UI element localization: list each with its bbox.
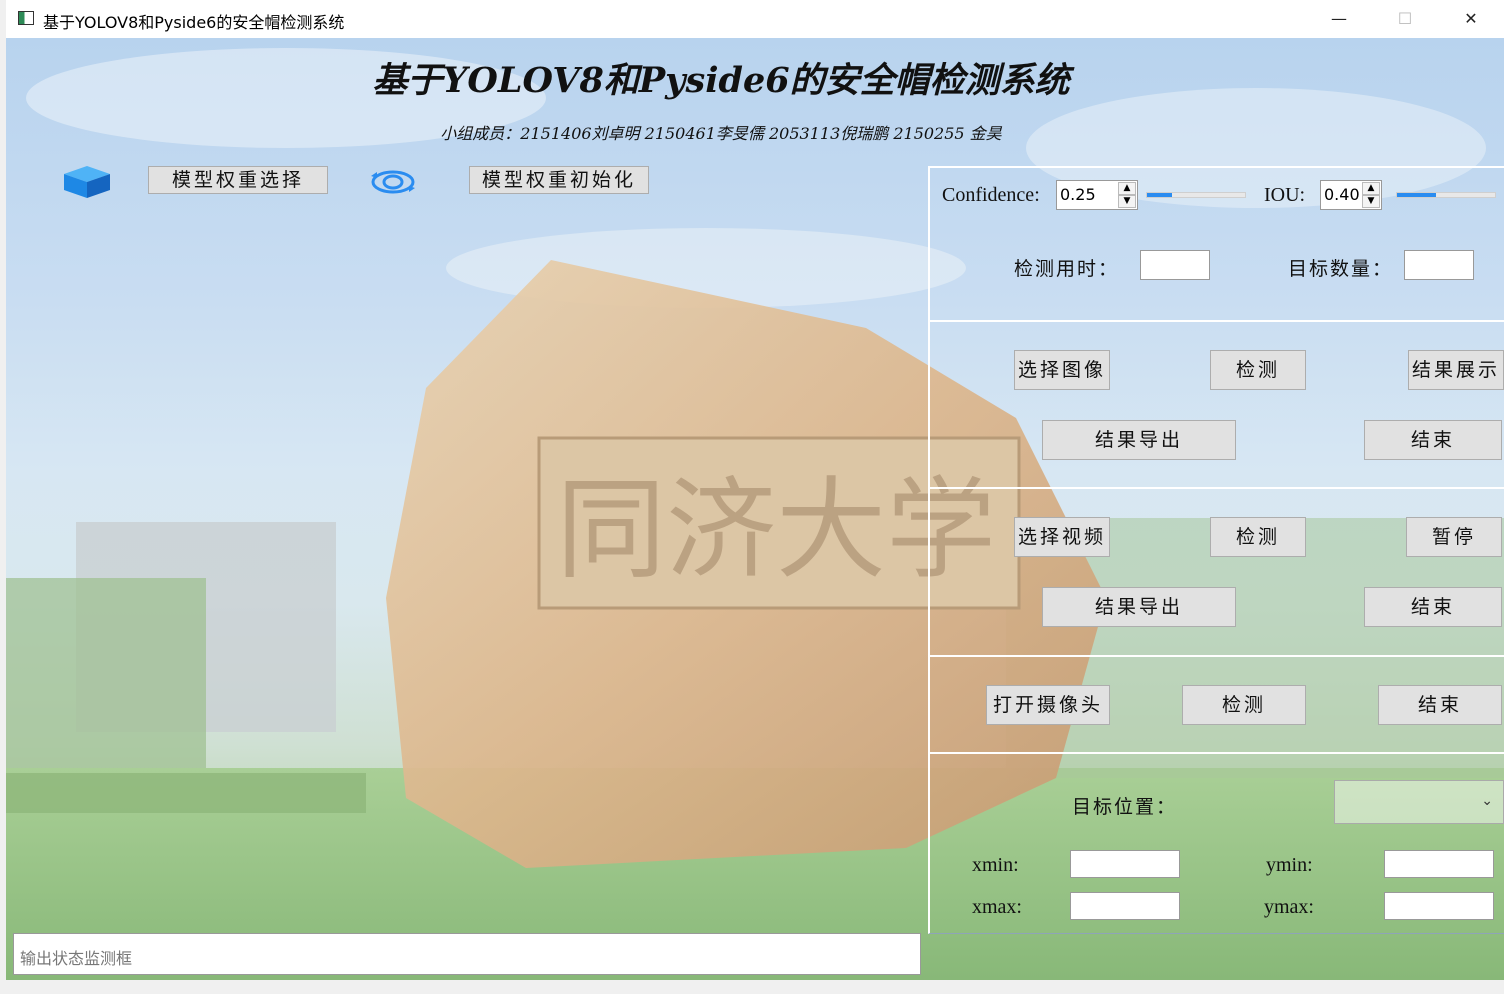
confidence-up-icon[interactable]: ▲ xyxy=(1118,182,1136,195)
time-field[interactable] xyxy=(1140,250,1210,280)
iou-value: 0.40 xyxy=(1324,185,1360,204)
minimize-button[interactable]: — xyxy=(1316,4,1362,34)
image-show-result-button[interactable]: 结果展示 xyxy=(1408,350,1504,390)
maximize-button[interactable]: ☐ xyxy=(1382,4,1428,34)
position-panel: 目标位置： ⌄ xmin: ymin: xmax: ymax: xyxy=(928,752,1504,934)
select-video-button[interactable]: 选择视频 xyxy=(1014,517,1110,557)
confidence-slider[interactable] xyxy=(1146,192,1246,198)
xmax-field[interactable] xyxy=(1070,892,1180,920)
video-pause-button[interactable]: 暂停 xyxy=(1406,517,1502,557)
ymax-field[interactable] xyxy=(1384,892,1494,920)
status-placeholder: 输出状态监测框 xyxy=(20,949,133,968)
image-end-button[interactable]: 结束 xyxy=(1364,420,1502,460)
refresh-eye-icon[interactable] xyxy=(368,166,418,198)
count-field[interactable] xyxy=(1404,250,1474,280)
page-title: 基于YOLOV8和Pyside6的安全帽检测系统 xyxy=(372,60,1070,101)
confidence-spinbox[interactable]: 0.25 ▲ ▼ xyxy=(1056,180,1138,210)
model-select-button[interactable]: 模型权重选择 xyxy=(148,166,328,194)
params-panel: Confidence: 0.25 ▲ ▼ IOU: 0.40 ▲ ▼ 检测用时：… xyxy=(928,166,1504,322)
xmax-label: xmax: xyxy=(972,896,1022,918)
confidence-value: 0.25 xyxy=(1060,185,1096,204)
window-title: 基于YOLOV8和Pyside6的安全帽检测系统 xyxy=(43,13,345,32)
image-panel: 选择图像 检测 结果展示 结果导出 结束 xyxy=(928,320,1504,488)
ymax-label: ymax: xyxy=(1264,896,1314,918)
open-camera-button[interactable]: 打开摄像头 xyxy=(986,685,1110,725)
cube-icon[interactable] xyxy=(62,164,112,200)
iou-slider[interactable] xyxy=(1396,192,1496,198)
video-detect-button[interactable]: 检测 xyxy=(1210,517,1306,557)
camera-end-button[interactable]: 结束 xyxy=(1378,685,1502,725)
select-image-button[interactable]: 选择图像 xyxy=(1014,350,1110,390)
xmin-label: xmin: xyxy=(972,854,1019,876)
app-window: 基于YOLOV8和Pyside6的安全帽检测系统 — ☐ ✕ 同济大学 基于YO… xyxy=(6,0,1504,994)
iou-label: IOU: xyxy=(1264,184,1306,206)
ymin-label: ymin: xyxy=(1266,854,1313,876)
chevron-down-icon: ⌄ xyxy=(1481,793,1493,809)
confidence-slider-fill xyxy=(1147,193,1172,197)
target-position-label: 目标位置： xyxy=(1072,796,1178,818)
team-members: 小组成员：2151406刘卓明 2150461李旻儒 2053113倪瑞鹏 21… xyxy=(440,124,1002,143)
camera-detect-button[interactable]: 检测 xyxy=(1182,685,1306,725)
target-position-select[interactable]: ⌄ xyxy=(1334,780,1504,824)
video-export-button[interactable]: 结果导出 xyxy=(1042,587,1236,627)
close-button[interactable]: ✕ xyxy=(1448,4,1494,34)
app-icon xyxy=(18,11,34,25)
time-label: 检测用时： xyxy=(1014,258,1120,280)
xmin-field[interactable] xyxy=(1070,850,1180,878)
status-monitor-box[interactable]: 输出状态监测框 xyxy=(13,933,921,975)
confidence-label: Confidence: xyxy=(942,184,1040,206)
iou-spinbox[interactable]: 0.40 ▲ ▼ xyxy=(1320,180,1382,210)
window-bottom-edge xyxy=(6,980,1504,994)
count-label: 目标数量： xyxy=(1288,258,1394,280)
iou-slider-fill xyxy=(1397,193,1437,197)
model-init-button[interactable]: 模型权重初始化 xyxy=(469,166,649,194)
image-export-button[interactable]: 结果导出 xyxy=(1042,420,1236,460)
image-detect-button[interactable]: 检测 xyxy=(1210,350,1306,390)
iou-down-icon[interactable]: ▼ xyxy=(1362,195,1380,208)
video-end-button[interactable]: 结束 xyxy=(1364,587,1502,627)
video-panel: 选择视频 检测 暂停 结果导出 结束 xyxy=(928,487,1504,656)
title-bar: 基于YOLOV8和Pyside6的安全帽检测系统 — ☐ ✕ xyxy=(6,0,1504,38)
main-canvas: 同济大学 基于YOLOV8和Pyside6的安全帽检测系统 小组成员：21514… xyxy=(6,38,1504,980)
confidence-down-icon[interactable]: ▼ xyxy=(1118,195,1136,208)
ymin-field[interactable] xyxy=(1384,850,1494,878)
iou-up-icon[interactable]: ▲ xyxy=(1362,182,1380,195)
camera-panel: 打开摄像头 检测 结束 xyxy=(928,655,1504,753)
